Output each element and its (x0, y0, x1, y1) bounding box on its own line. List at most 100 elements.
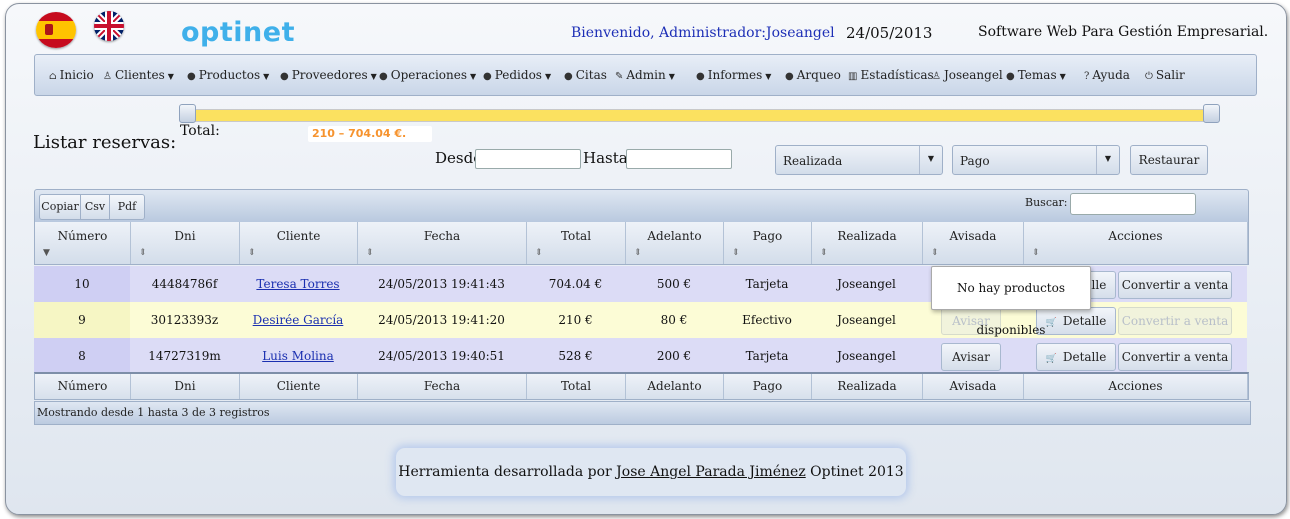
menu-item-joseangel[interactable]: ♙ Joseangel (932, 68, 1003, 82)
realizada-select[interactable]: Realizada ▼ (775, 145, 943, 175)
chevron-down-icon: ▼ (470, 72, 477, 81)
table-toolbar: Copiar Csv Pdf Buscar: (34, 189, 1249, 223)
pago-select[interactable]: Pago ▼ (952, 145, 1120, 175)
column-footer-label: Avisada (923, 374, 1024, 399)
slider-max-handle[interactable] (1202, 104, 1220, 123)
bullet-icon: ● (564, 71, 573, 82)
chevron-down-icon: ▼ (544, 72, 552, 81)
convert-to-sale-button[interactable]: Convertir a venta (1118, 307, 1232, 335)
menu-item-estad-sticas[interactable]: ▥ Estadísticas (848, 68, 934, 82)
detalle-button[interactable]: 🛒 Detalle (1036, 343, 1116, 371)
chevron-down-icon: ▼ (370, 72, 377, 81)
cell-pago: Tarjeta (745, 349, 789, 363)
table-row: 8 14727319m Luis Molina 24/05/2013 19:40:51… (34, 338, 1247, 374)
chevron-down-icon: ▼ (668, 72, 675, 81)
convert-to-sale-button-label: Convertir a venta (1121, 278, 1229, 292)
sort-icon: ⇕ (820, 248, 828, 258)
menu-item-label: Productos (198, 68, 261, 82)
cell-total: 210 € (558, 313, 593, 327)
menu-item-informes[interactable]: ● Informes ▼ (696, 68, 771, 82)
chevron-down-icon: ▼ (919, 146, 942, 174)
slider-min-handle[interactable] (178, 104, 196, 123)
column-header[interactable]: Fecha ⇕ (358, 222, 527, 264)
column-footer-label: Total (527, 374, 626, 399)
column-header[interactable]: Cliente ⇕ (240, 222, 358, 264)
menu-item-clientes[interactable]: ♙ Clientes ▼ (103, 68, 174, 82)
stock-tooltip: No hay productos disponibles (931, 266, 1091, 337)
client-link[interactable]: Teresa Torres (256, 277, 339, 291)
menu-item-salir[interactable]: ⏻ Salir (1145, 68, 1185, 82)
sort-icon: ⇕ (634, 248, 642, 258)
pago-select-value: Pago (960, 154, 990, 168)
column-header[interactable]: Avisada ⇕ (923, 222, 1024, 264)
client-link[interactable]: Luis Molina (262, 349, 334, 363)
menu-item-operaciones[interactable]: ● Operaciones ▼ (379, 68, 476, 82)
column-header[interactable]: Pago ⇕ (724, 222, 812, 264)
menu-item-ayuda[interactable]: ? Ayuda (1084, 68, 1130, 82)
convert-to-sale-button[interactable]: Convertir a venta (1118, 271, 1232, 299)
menu-item-label: Inicio (59, 68, 94, 82)
menu-item-label: Joseangel (943, 68, 1003, 82)
total-range-slider[interactable] (183, 109, 1215, 122)
page-title: Listar reservas: (33, 132, 177, 153)
sort-desc-icon: ▼ (43, 248, 50, 258)
hasta-date-input[interactable] (626, 149, 732, 169)
desde-date-input[interactable] (475, 149, 581, 169)
welcome-text: Bienvenido, Administrador:Joseangel (571, 25, 835, 41)
menu-item-label: Admin (626, 68, 666, 82)
spanish-flag-icon[interactable] (36, 12, 76, 48)
column-header-label: Cliente (276, 229, 321, 243)
convert-to-sale-button[interactable]: Convertir a venta (1118, 343, 1232, 371)
table-footer-row: Número Dni Cliente Fecha Total Adelanto Pago Re… (34, 372, 1249, 400)
pdf-button[interactable]: Pdf (109, 194, 145, 220)
wrench-icon: ✎ (615, 71, 624, 82)
menu-item-inicio[interactable]: ⌂ Inicio (49, 68, 94, 82)
column-header[interactable]: Acciones ⇕ (1024, 222, 1248, 264)
bullet-icon: ● (280, 71, 289, 82)
cart-icon: 🛒 (1045, 354, 1057, 364)
csv-button[interactable]: Csv (80, 194, 110, 220)
table-status: Mostrando desde 1 hasta 3 de 3 registros (34, 401, 1251, 425)
copy-button[interactable]: Copiar (39, 194, 81, 220)
software-tagline: Software Web Para Gestión Empresarial. (978, 24, 1269, 40)
column-header-label: Dni (174, 229, 196, 243)
column-header[interactable]: Realizada ⇕ (812, 222, 923, 264)
column-footer-label: Cliente (240, 374, 358, 399)
menu-item-pedidos[interactable]: ● Pedidos ▼ (483, 68, 551, 82)
search-input[interactable] (1070, 193, 1196, 215)
bullet-icon: ● (1006, 71, 1015, 82)
home-icon: ⌂ (49, 71, 57, 82)
sort-icon: ⇕ (248, 248, 256, 258)
column-header[interactable]: Adelanto ⇕ (626, 222, 724, 264)
menu-item-arqueo[interactable]: ● Arqueo (785, 68, 841, 82)
menu-item-productos[interactable]: ● Productos ▼ (187, 68, 269, 82)
column-header[interactable]: Total ⇕ (527, 222, 626, 264)
menu-item-proveedores[interactable]: ● Proveedores ▼ (280, 68, 377, 82)
menu-item-label: Ayuda (1092, 68, 1130, 82)
restaurar-button[interactable]: Restaurar (1130, 145, 1208, 175)
english-flag-icon[interactable] (94, 11, 124, 41)
convert-to-sale-button-label: Convertir a venta (1121, 314, 1229, 328)
footer-author-link[interactable]: Jose Angel Parada Jiménez (616, 464, 806, 480)
column-header[interactable]: Número ▼ (35, 222, 131, 264)
menu-item-temas[interactable]: ● Temas ▼ (1006, 68, 1066, 82)
cell-fecha: 24/05/2013 19:41:43 (378, 277, 505, 291)
hasta-label: Hasta (583, 149, 628, 167)
cell-numero: 9 (34, 302, 130, 338)
bullet-icon: ● (187, 71, 196, 82)
cell-dni: 44484786f (151, 277, 218, 291)
detalle-button[interactable]: 🛒 Detalle (1036, 307, 1116, 335)
main-menu: ⌂ Inicio ♙ Clientes ▼ ● Productos ▼ ● Proveedores… (34, 54, 1257, 96)
detalle-button-label: Detalle (1062, 350, 1107, 364)
user-icon: ♙ (932, 71, 941, 82)
help-icon: ? (1084, 71, 1090, 82)
column-footer-label: Número (35, 374, 131, 399)
menu-item-label: Salir (1155, 68, 1185, 82)
client-link[interactable]: Desirée García (253, 313, 344, 327)
menu-item-admin[interactable]: ✎ Admin ▼ (615, 68, 675, 82)
bullet-icon: ● (696, 71, 705, 82)
cell-realizada: Joseangel (837, 349, 896, 363)
cell-fecha: 24/05/2013 19:41:20 (378, 313, 505, 327)
column-header[interactable]: Dni ⇕ (131, 222, 240, 264)
menu-item-citas[interactable]: ● Citas (564, 68, 607, 82)
